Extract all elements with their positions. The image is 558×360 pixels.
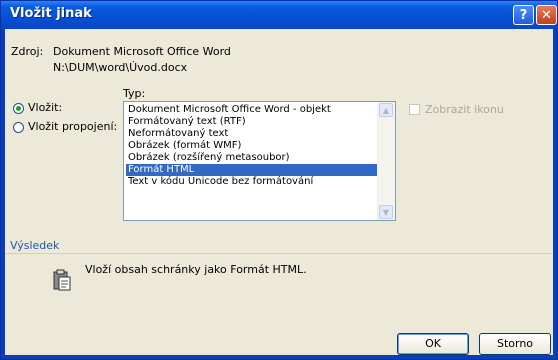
scroll-up-icon[interactable]: ▲ xyxy=(379,103,393,117)
paste-radio-label[interactable]: Vložit: xyxy=(28,101,62,114)
scroll-down-icon[interactable]: ▼ xyxy=(379,205,393,219)
clipboard-icon xyxy=(53,269,71,291)
source-path: N:\DUM\word\Úvod.docx xyxy=(53,61,188,74)
source-name: Dokument Microsoft Office Word xyxy=(53,45,231,58)
result-heading: Výsledek xyxy=(10,239,60,252)
help-button[interactable]: ? xyxy=(513,5,534,25)
radio-dot xyxy=(16,106,21,111)
list-item[interactable]: Text v kódu Unicode bez formátování xyxy=(126,176,378,188)
ok-button[interactable]: OK xyxy=(397,333,469,355)
paste-special-dialog: Vložit jinak ? ✕ Zdroj: Dokument Microso… xyxy=(0,0,558,360)
list-item[interactable]: Dokument Microsoft Office Word - objekt xyxy=(126,104,378,116)
list-item[interactable]: Neformátovaný text xyxy=(126,128,378,140)
type-label: Typ: xyxy=(123,87,146,100)
dialog-body: Zdroj: Dokument Microsoft Office Word N:… xyxy=(5,29,553,355)
title-bar[interactable]: Vložit jinak ? ✕ xyxy=(1,1,557,29)
result-divider xyxy=(5,253,553,254)
list-item-selected[interactable]: Formát HTML xyxy=(126,164,378,176)
listbox-scrollbar[interactable]: ▲ ▼ xyxy=(377,102,395,220)
list-item[interactable]: Formátovaný text (RTF) xyxy=(126,116,378,128)
result-text: Vloží obsah schránky jako Formát HTML. xyxy=(85,263,307,276)
close-button[interactable]: ✕ xyxy=(536,5,557,25)
source-label: Zdroj: xyxy=(11,45,44,58)
list-item[interactable]: Obrázek (rozšířený metasoubor) xyxy=(126,152,378,164)
cancel-button[interactable]: Storno xyxy=(479,333,551,355)
show-icon-checkbox[interactable] xyxy=(409,104,420,115)
format-listbox[interactable]: Dokument Microsoft Office Word - objekt … xyxy=(123,101,396,221)
window-title: Vložit jinak xyxy=(10,6,92,21)
paste-radio[interactable] xyxy=(13,103,24,114)
list-item[interactable]: Obrázek (formát WMF) xyxy=(126,140,378,152)
paste-link-radio[interactable] xyxy=(13,122,24,133)
show-icon-label[interactable]: Zobrazit ikonu xyxy=(425,103,504,116)
paste-link-radio-label[interactable]: Vložit propojení: xyxy=(28,120,117,133)
